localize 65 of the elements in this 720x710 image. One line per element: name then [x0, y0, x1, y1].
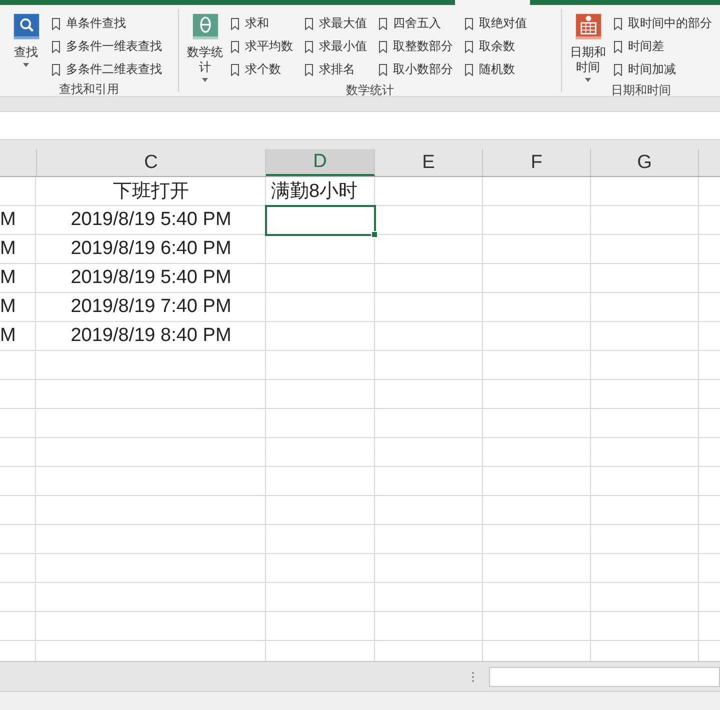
table-cell-text: 下班打开: [113, 180, 189, 204]
ribbon-item[interactable]: 单条件查找: [50, 12, 164, 35]
bookmark-icon: [379, 18, 388, 30]
bookmark-icon: [305, 64, 314, 76]
formula-bar[interactable]: [0, 111, 720, 140]
ribbon-item[interactable]: 求个数: [229, 58, 296, 81]
ribbon-item[interactable]: 取小数部分: [377, 58, 456, 81]
ribbon-item[interactable]: 取时间中的部分: [612, 12, 714, 35]
calendar-icon: [574, 13, 602, 40]
column-header[interactable]: G: [591, 149, 699, 176]
table-cell: M: [0, 325, 16, 347]
ribbon-item[interactable]: 取绝对值: [463, 12, 530, 35]
table-cell: 2019/8/19 7:40 PM: [70, 296, 232, 318]
bookmark-icon: [52, 18, 60, 30]
group-label: 数学统计: [345, 82, 396, 99]
ribbon-button[interactable]: 日期和时间: [568, 9, 608, 82]
active-cell[interactable]: [265, 205, 376, 236]
table-cell: M: [0, 238, 16, 260]
ribbon-item[interactable]: 求和: [229, 12, 296, 35]
search-icon: [12, 13, 40, 40]
ribbon-item[interactable]: 求排名: [303, 58, 370, 81]
table-cell: 2019/8/19 5:40 PM: [70, 267, 232, 289]
group-label: 查找和引用: [58, 81, 120, 98]
bookmark-icon: [465, 64, 474, 76]
table-cell: 2019/8/19 8:40 PM: [70, 325, 232, 347]
bookmark-icon: [614, 40, 622, 52]
ribbon-item[interactable]: 多条件二维表查找: [50, 58, 164, 81]
column-header[interactable]: E: [375, 149, 483, 176]
ribbon-item[interactable]: 时间差: [612, 35, 714, 58]
ribbon-item[interactable]: 四舍五入: [377, 12, 456, 35]
bookmark-icon: [614, 64, 622, 76]
ribbon-item[interactable]: 多条件一维表查找: [50, 35, 164, 58]
column-header[interactable]: F: [483, 149, 591, 176]
ribbon-item[interactable]: 求平均数: [229, 35, 296, 58]
table-cell: M: [0, 296, 16, 318]
group-label: 日期和时间: [610, 82, 672, 99]
table-cell-text: 满勤8小时: [270, 180, 358, 204]
bookmark-icon: [231, 64, 240, 76]
bookmark-icon: [305, 40, 314, 52]
table-cell: M: [0, 267, 16, 289]
bookmark-icon: [379, 64, 388, 76]
theta-icon: [192, 13, 219, 40]
splitter-icon[interactable]: [471, 670, 475, 682]
ribbon-item[interactable]: 时间加减: [612, 58, 714, 81]
ribbon-item[interactable]: 随机数: [463, 58, 530, 81]
bookmark-icon: [614, 18, 622, 30]
ribbon-item[interactable]: 求最小值: [303, 35, 370, 58]
horizontal-scrollbar[interactable]: [489, 666, 720, 686]
bookmark-icon: [231, 40, 240, 52]
bookmark-icon: [465, 40, 474, 52]
bookmark-icon: [465, 18, 474, 30]
bookmark-icon: [379, 40, 388, 52]
ribbon-button[interactable]: 查找: [6, 9, 46, 81]
table-cell: M: [0, 209, 16, 231]
bookmark-icon: [305, 18, 314, 30]
ribbon-item[interactable]: 求最大值: [303, 12, 370, 35]
bookmark-icon: [52, 64, 60, 76]
table-cell: 2019/8/19 5:40 PM: [70, 209, 232, 231]
ribbon-button[interactable]: 数学统计: [185, 9, 226, 82]
bookmark-icon: [52, 40, 60, 52]
ribbon-item[interactable]: 取整数部分: [377, 35, 456, 58]
column-header[interactable]: D: [266, 149, 375, 176]
bookmark-icon: [231, 18, 240, 30]
table-cell: 2019/8/19 6:40 PM: [70, 238, 232, 260]
ribbon-item[interactable]: 取余数: [463, 35, 530, 58]
